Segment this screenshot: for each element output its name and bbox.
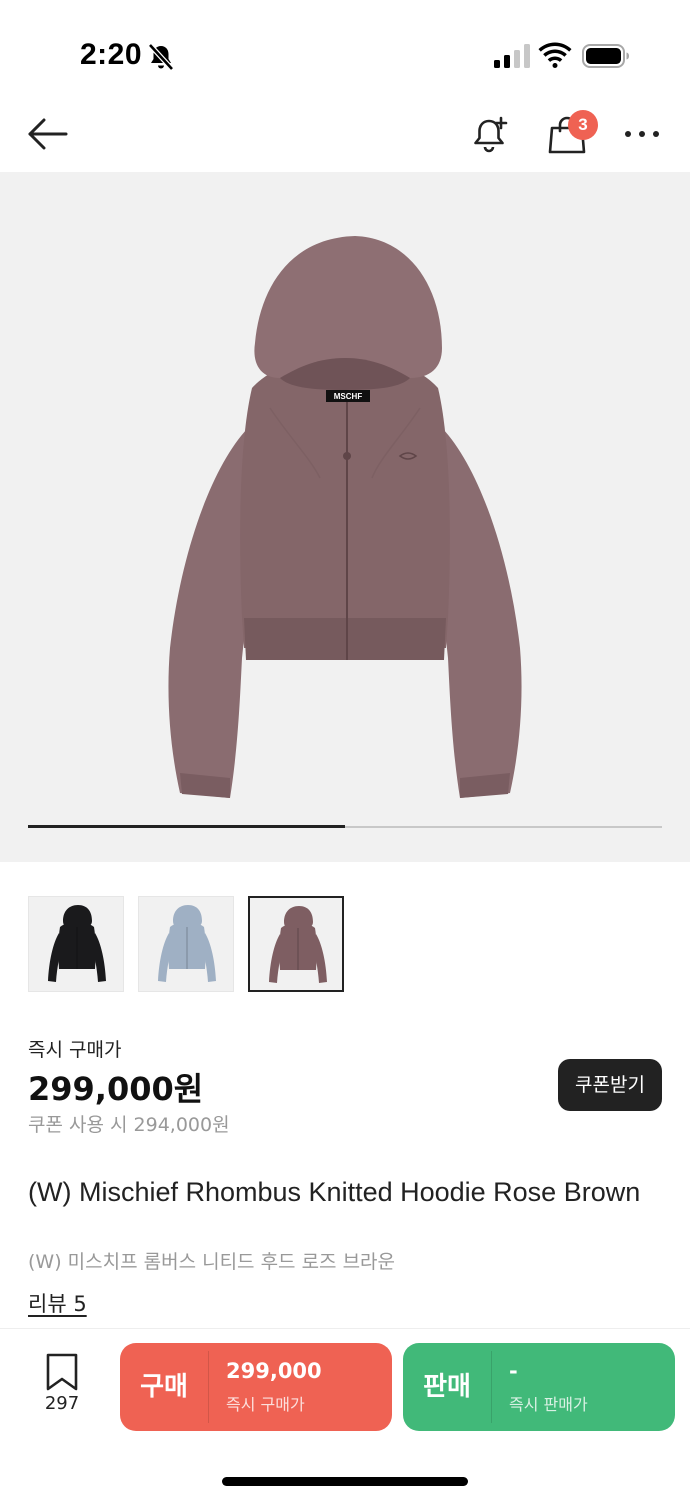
battery-icon <box>582 44 629 68</box>
cart-count-badge: 3 <box>568 110 598 140</box>
coupon-price-text: 쿠폰 사용 시 294,000원 <box>28 1114 230 1136</box>
wifi-icon <box>538 42 572 68</box>
bell-slash-icon <box>148 43 174 71</box>
status-time: 2:20 <box>80 38 143 71</box>
thumbnail-hoodie-image <box>158 905 216 982</box>
more-horizontal-icon[interactable] <box>622 122 662 146</box>
sell-button-sub: 즉시 판매가 <box>509 1395 588 1414</box>
bookmark-icon <box>46 1353 78 1391</box>
product-name-korean: (W) 미스치프 롬버스 니티드 후드 로즈 브라운 <box>28 1251 396 1273</box>
bottom-action-bar: 297 구매 299,000 즉시 구매가 판매 - 즉시 판매가 <box>0 1328 690 1448</box>
bookmark-count: 297 <box>44 1393 80 1414</box>
bookmark-button[interactable]: 297 <box>30 1353 94 1419</box>
buy-button-sub: 즉시 구매가 <box>226 1395 305 1414</box>
get-coupon-button[interactable]: 쿠폰받기 <box>558 1059 662 1111</box>
home-indicator <box>222 1477 468 1486</box>
sell-button[interactable]: 판매 - 즉시 판매가 <box>403 1343 675 1431</box>
back-arrow-icon[interactable] <box>26 116 70 152</box>
gallery-progress-fill <box>28 825 345 828</box>
buy-button-price: 299,000 <box>226 1359 322 1383</box>
product-hoodie-image: MSCHF <box>168 236 522 798</box>
product-image-gallery[interactable]: MSCHF <box>0 172 690 862</box>
color-thumbnail[interactable] <box>248 896 344 992</box>
review-link[interactable]: 리뷰 5 <box>28 1288 87 1318</box>
sell-button-price: - <box>509 1359 518 1383</box>
color-thumbnail[interactable] <box>138 896 234 992</box>
buy-button-divider <box>208 1351 209 1423</box>
bell-plus-icon[interactable] <box>470 114 512 156</box>
sell-button-label: 판매 <box>423 1372 471 1402</box>
color-thumbnail-list <box>28 896 344 992</box>
price-value: 299,000원 <box>28 1070 204 1108</box>
sell-button-divider <box>491 1351 492 1423</box>
gallery-progress-bar <box>28 825 662 828</box>
price-label: 즉시 구매가 <box>28 1039 122 1061</box>
color-thumbnail[interactable] <box>28 896 124 992</box>
buy-button-label: 구매 <box>140 1372 188 1402</box>
thumbnail-hoodie-image <box>269 906 327 983</box>
hoodie-brand-tag: MSCHF <box>334 392 363 401</box>
product-name: (W) Mischief Rhombus Knitted Hoodie Rose… <box>28 1177 641 1207</box>
buy-button[interactable]: 구매 299,000 즉시 구매가 <box>120 1343 392 1431</box>
thumbnail-hoodie-image <box>48 905 106 982</box>
status-bar: 2:20 <box>0 0 690 100</box>
cellular-signal-icon <box>494 44 530 68</box>
